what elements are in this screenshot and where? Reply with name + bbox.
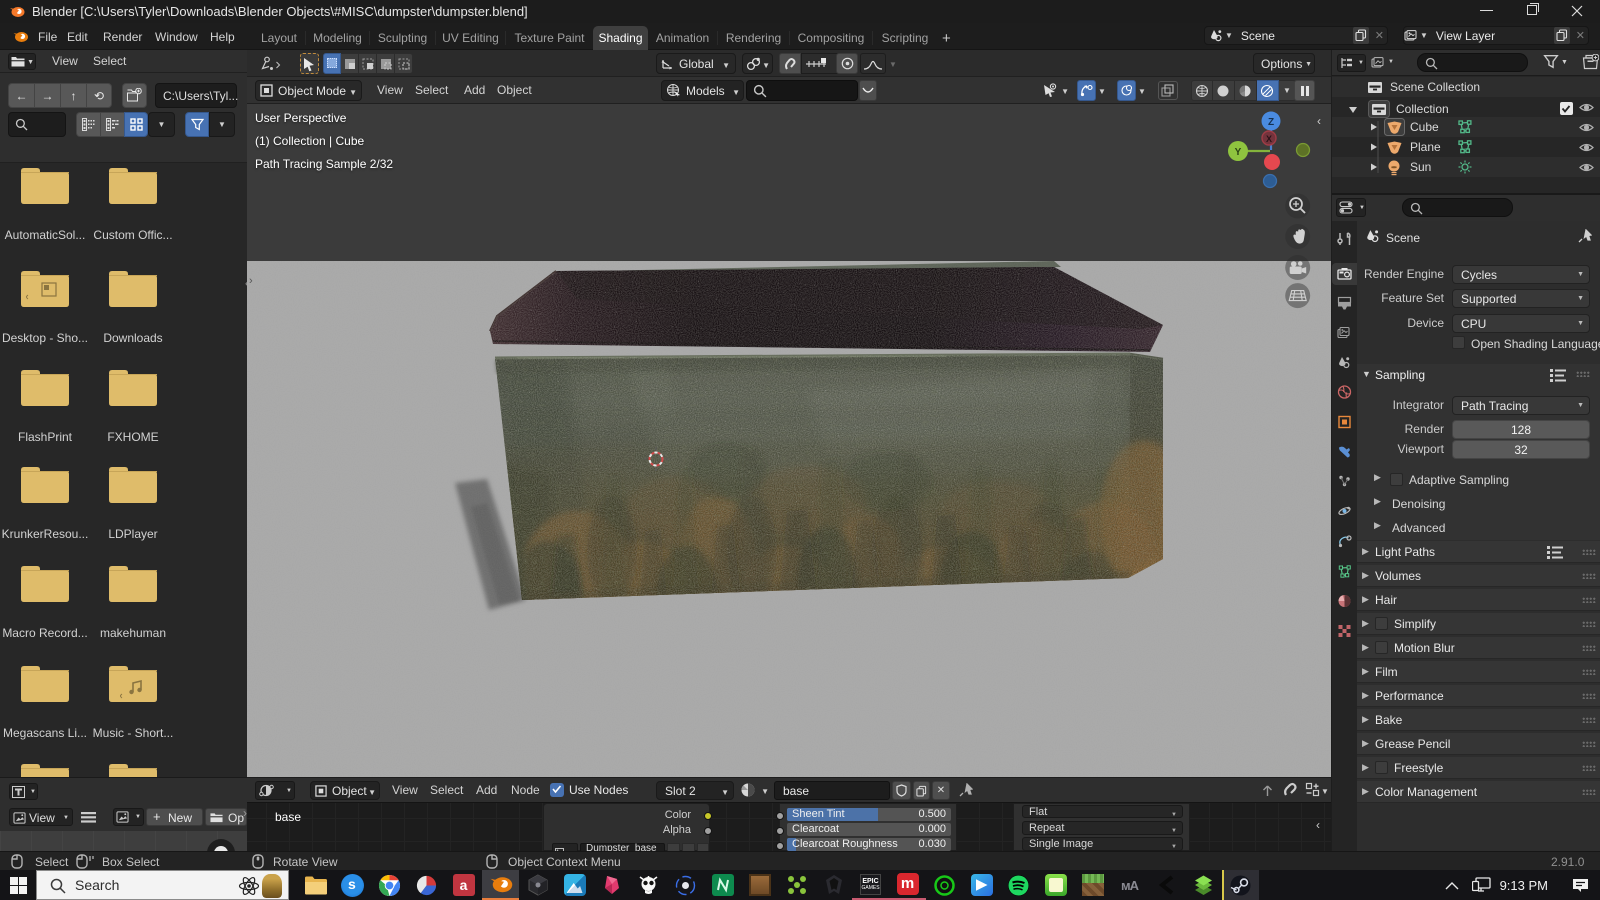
svg-text:Sun: Sun: [1410, 160, 1431, 174]
svg-text:Scene Collection: Scene Collection: [1390, 80, 1480, 94]
svg-text:Plane: Plane: [1410, 140, 1441, 154]
svg-text:Z: Z: [1268, 117, 1274, 128]
svg-text:Collection: Collection: [1396, 102, 1449, 116]
svg-text:Y: Y: [1235, 147, 1242, 158]
svg-text:Cube: Cube: [1410, 120, 1439, 134]
svg-text:X: X: [1266, 134, 1272, 144]
